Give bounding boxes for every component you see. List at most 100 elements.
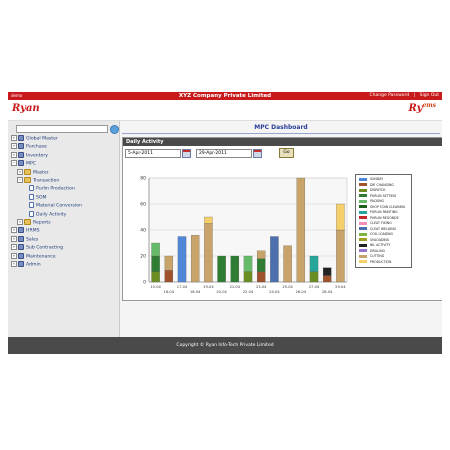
bar-segment: [230, 255, 240, 283]
to-date-input[interactable]: 29-Apr-2011: [196, 149, 252, 158]
sign-out-link[interactable]: Sign Out: [420, 93, 439, 98]
x-tick-label: 27-04: [309, 285, 320, 289]
legend-swatch: [359, 194, 367, 197]
tree-item-label: HRMS: [26, 228, 40, 234]
legend-label: CLEAT WELDING: [370, 226, 397, 231]
bar-segment: [283, 245, 292, 283]
bar-segment: [296, 177, 306, 283]
from-date-input[interactable]: 5-Apr-2011: [125, 149, 181, 158]
legend-label: SHOP F.DIN CLEANING: [370, 204, 406, 209]
search-input[interactable]: [16, 125, 108, 133]
legend-entry: CLEAT WELDING: [359, 227, 396, 231]
x-tick-label: 23-04: [256, 285, 267, 289]
expand-icon[interactable]: +: [11, 235, 17, 242]
legend-entry: NIL ACTIVITY: [359, 243, 390, 247]
expand-icon[interactable]: +: [11, 227, 17, 234]
title-divider: [122, 133, 440, 134]
gear-icon: [18, 227, 24, 234]
bar-segment: [190, 235, 200, 283]
expand-icon[interactable]: +: [17, 219, 23, 225]
tree-item-purchase[interactable]: + Purchase: [11, 143, 47, 151]
bar-segment: [309, 271, 319, 283]
tree-item-label: Purchase: [26, 144, 47, 150]
legend-swatch: [359, 254, 367, 258]
legend-entry: SUNDAY: [359, 177, 383, 181]
tree-item-label: Master: [33, 170, 49, 176]
tree-item-admin[interactable]: + Admin: [11, 261, 41, 269]
main-content: MPC Dashboard Daily Activity 5-Apr-2011 …: [120, 121, 442, 337]
legend-swatch: [359, 205, 367, 208]
tree-item-material-conversion[interactable]: Material Conversion: [23, 202, 82, 210]
tree-item-maintenance[interactable]: + Maintenance: [11, 252, 56, 261]
go-button[interactable]: Go: [279, 148, 294, 158]
legend-swatch: [359, 249, 367, 252]
y-tick-label: 0: [143, 280, 146, 286]
legend-entry: PURLIN PAINTING: [359, 210, 398, 214]
legend-swatch: [359, 216, 367, 219]
document-icon: [29, 210, 34, 217]
search-button-icon[interactable]: [110, 125, 119, 134]
expand-icon[interactable]: +: [17, 168, 23, 175]
expand-icon[interactable]: +: [11, 135, 17, 141]
bar-segment: [151, 271, 160, 283]
chart-legend: SUNDAY DIE CHANGING DISPATCH PURLIN SETTING…: [355, 174, 412, 268]
collapse-icon[interactable]: −: [17, 177, 23, 183]
bar-segment: [151, 255, 160, 272]
bar-segment: [270, 236, 279, 283]
tree-item-global-master[interactable]: + Global Master: [11, 135, 58, 143]
x-tick-label: 18-04: [190, 290, 201, 294]
bar-segment: [256, 271, 266, 283]
from-calendar-icon[interactable]: [182, 149, 191, 158]
tree-item-hrms[interactable]: + HRMS: [11, 227, 40, 235]
tree-item-label: Purlin Production: [36, 186, 75, 192]
legend-swatch: [359, 221, 367, 225]
legend-label: PURLIN PAINTING: [370, 210, 398, 214]
legend-label: PURLIN SETTING: [370, 193, 397, 198]
tree-item-label: Daily Activity: [36, 212, 67, 218]
ryems-logo-text: Ry: [408, 103, 423, 114]
x-tick-label: 25-04: [282, 285, 293, 289]
bar-segment: [217, 255, 226, 283]
tree-item-sales[interactable]: + Sales: [11, 235, 38, 244]
expand-icon[interactable]: +: [11, 261, 17, 267]
tree-item-master[interactable]: + Master: [17, 168, 49, 177]
legend-label: DISPATCH: [370, 188, 386, 192]
expand-icon[interactable]: +: [11, 252, 17, 259]
legend-entry: DISPATCH: [359, 188, 385, 192]
tree-item-sub-contracting[interactable]: + Sub Contracting: [11, 244, 63, 252]
y-tick-label: 40: [140, 228, 146, 234]
legend-swatch: [359, 188, 367, 192]
x-tick-label: 21-04: [230, 285, 241, 289]
expand-icon[interactable]: +: [11, 244, 17, 251]
to-calendar-icon[interactable]: [253, 149, 262, 158]
tree-item-som[interactable]: SOM: [23, 193, 47, 202]
bar-segment: [204, 216, 213, 224]
legend-entry: DRILLING: [359, 249, 385, 253]
tree-item-mpc[interactable]: − MPC: [11, 160, 36, 168]
tree-item-reports[interactable]: + Reports: [17, 219, 51, 227]
bar-segment: [243, 271, 253, 283]
bar-segment: [336, 203, 345, 231]
copyright-text: Copyright © Ryan Info-Tech Private Limit…: [176, 343, 274, 348]
tree-item-label: Reports: [33, 220, 51, 226]
tree-item-label: Inventory: [26, 153, 48, 159]
legend-entry: PRODUCTION: [359, 260, 391, 264]
ryan-logo: Ryan: [12, 103, 40, 114]
tree-item-daily-activity[interactable]: Daily Activity: [23, 210, 67, 219]
tree-item-inventory[interactable]: + Inventory: [11, 151, 48, 160]
legend-entry: PACKING: [359, 199, 384, 203]
y-tick-label: 60: [140, 202, 146, 208]
x-tick-label: 15-04: [150, 285, 161, 289]
daily-activity-chart: 02040608015-0416-0417-0418-0419-0420-042…: [140, 176, 348, 294]
expand-icon[interactable]: +: [11, 151, 17, 158]
change-password-link[interactable]: Change Password: [370, 93, 410, 98]
legend-label: COIL LOADING: [370, 232, 394, 236]
tree-item-purlin-production[interactable]: Purlin Production: [23, 185, 75, 193]
expand-icon[interactable]: +: [11, 143, 17, 150]
collapse-icon[interactable]: −: [11, 160, 17, 167]
bar-segment: [164, 255, 174, 271]
tree-item-transaction[interactable]: − Transaction: [17, 177, 59, 185]
legend-swatch: [359, 227, 367, 230]
x-tick-label: 19-04: [203, 285, 214, 289]
sidebar: + Global Master + Purchase + Inventory − MPC + Ma…: [8, 121, 120, 337]
